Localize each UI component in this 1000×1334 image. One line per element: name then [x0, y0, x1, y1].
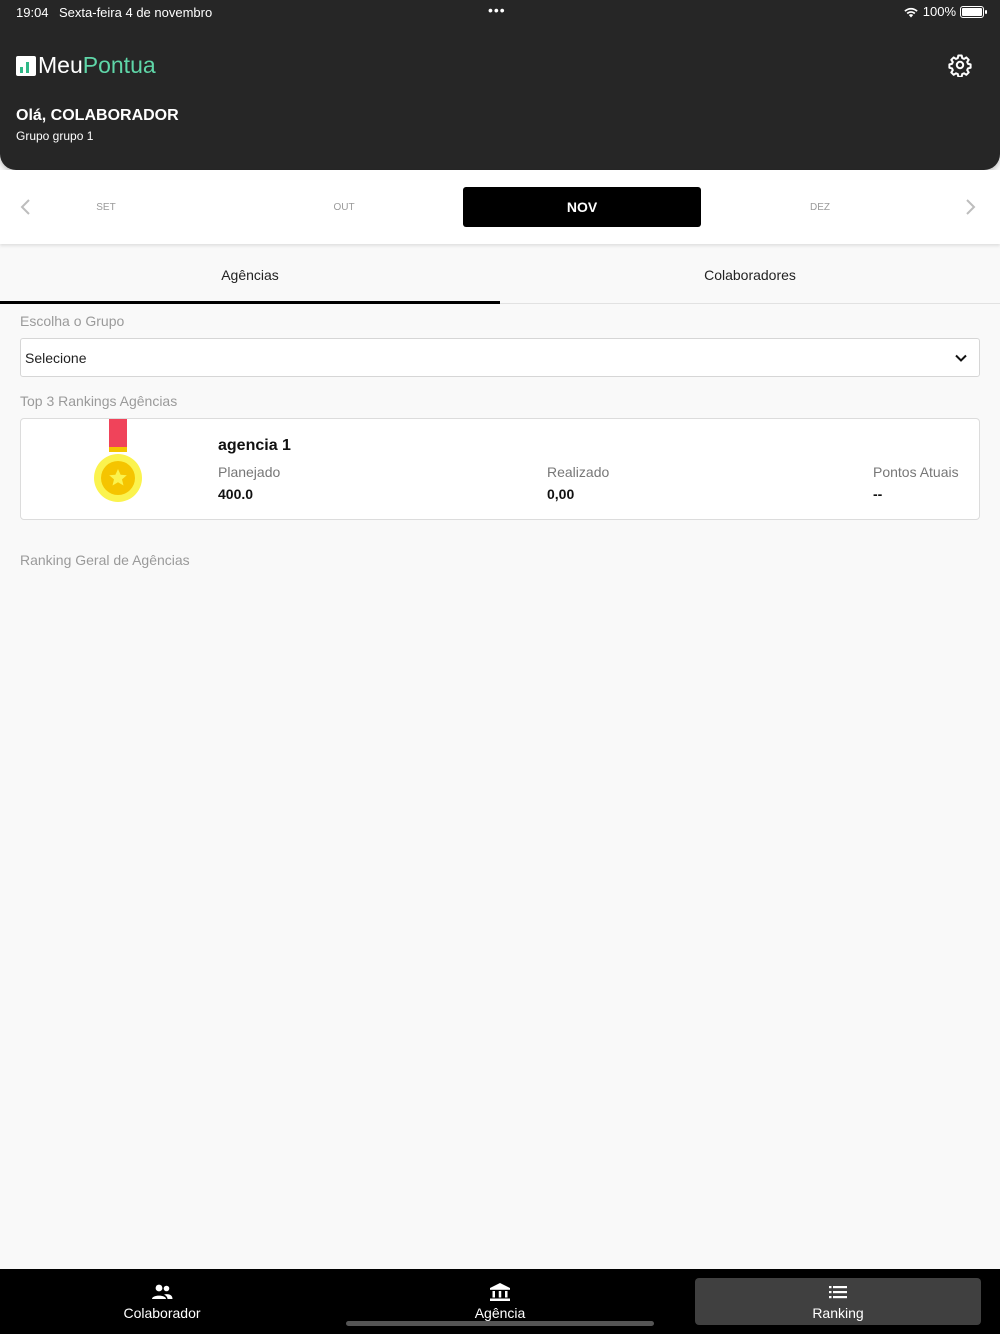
nav-colaborador[interactable]: Colaborador: [2, 1269, 322, 1334]
month-nov[interactable]: NOV: [463, 187, 701, 227]
greeting: Olá, COLABORADOR: [16, 107, 179, 124]
top3-label: Top 3 Rankings Agências: [20, 393, 178, 409]
medal-icon: [94, 419, 142, 502]
realizado-label: Realizado: [547, 464, 610, 480]
list-icon: [829, 1286, 847, 1299]
chevron-right-icon[interactable]: [960, 197, 980, 217]
nav-agencia-label: Agência: [474, 1305, 526, 1321]
group-select-label: Escolha o Grupo: [20, 313, 125, 329]
month-out[interactable]: OUT: [225, 187, 463, 227]
tab-bar: Agências Colaboradores: [0, 246, 1000, 304]
agency-name: agencia 1: [218, 437, 291, 454]
app-logo: Meu Pontua: [16, 52, 156, 79]
tab-colaboradores[interactable]: Colaboradores: [500, 246, 1000, 304]
battery-percent: 100%: [922, 4, 956, 19]
status-bar: 19:04 Sexta-feira 4 de novembro ••• 100%: [0, 0, 1000, 24]
status-time: 19:04: [16, 5, 49, 20]
logo-text-meu: Meu: [38, 52, 83, 78]
multitask-dots[interactable]: •••: [488, 2, 506, 18]
app-header: 19:04 Sexta-feira 4 de novembro ••• 100%…: [0, 0, 1000, 170]
pontos-value: --: [873, 486, 883, 502]
month-selector: SET OUT NOV DEZ: [0, 170, 1000, 244]
nav-ranking[interactable]: Ranking: [695, 1278, 981, 1325]
wifi-icon: [904, 7, 918, 17]
group-select-value: Selecione: [25, 349, 87, 366]
nav-colaborador-label: Colaborador: [123, 1305, 201, 1321]
status-right: 100%: [903, 4, 987, 19]
logo-icon: [16, 55, 36, 76]
people-icon: [152, 1284, 173, 1299]
status-date: Sexta-feira 4 de novembro: [59, 5, 213, 20]
realizado-value: 0,00: [547, 486, 575, 502]
month-set[interactable]: SET: [0, 187, 225, 227]
nav-ranking-label: Ranking: [812, 1305, 864, 1321]
planejado-label: Planejado: [218, 464, 281, 480]
bank-icon: [490, 1283, 510, 1301]
planejado-value: 400.0: [218, 486, 254, 502]
chevron-down-icon: [955, 354, 967, 362]
tab-agencias[interactable]: Agências: [0, 246, 500, 304]
pontos-label: Pontos Atuais: [873, 464, 959, 480]
month-dez[interactable]: DEZ: [701, 187, 939, 227]
ranking-geral-label: Ranking Geral de Agências: [20, 552, 190, 568]
home-indicator[interactable]: [346, 1321, 654, 1326]
gear-icon[interactable]: [948, 53, 972, 77]
group-name: Grupo grupo 1: [16, 129, 94, 143]
group-select[interactable]: Selecione: [20, 338, 980, 377]
logo-text-pontua: Pontua: [82, 52, 156, 78]
ranking-card[interactable]: agencia 1 Planejado 400.0 Realizado 0,00…: [20, 418, 980, 520]
battery-icon: [960, 5, 987, 18]
